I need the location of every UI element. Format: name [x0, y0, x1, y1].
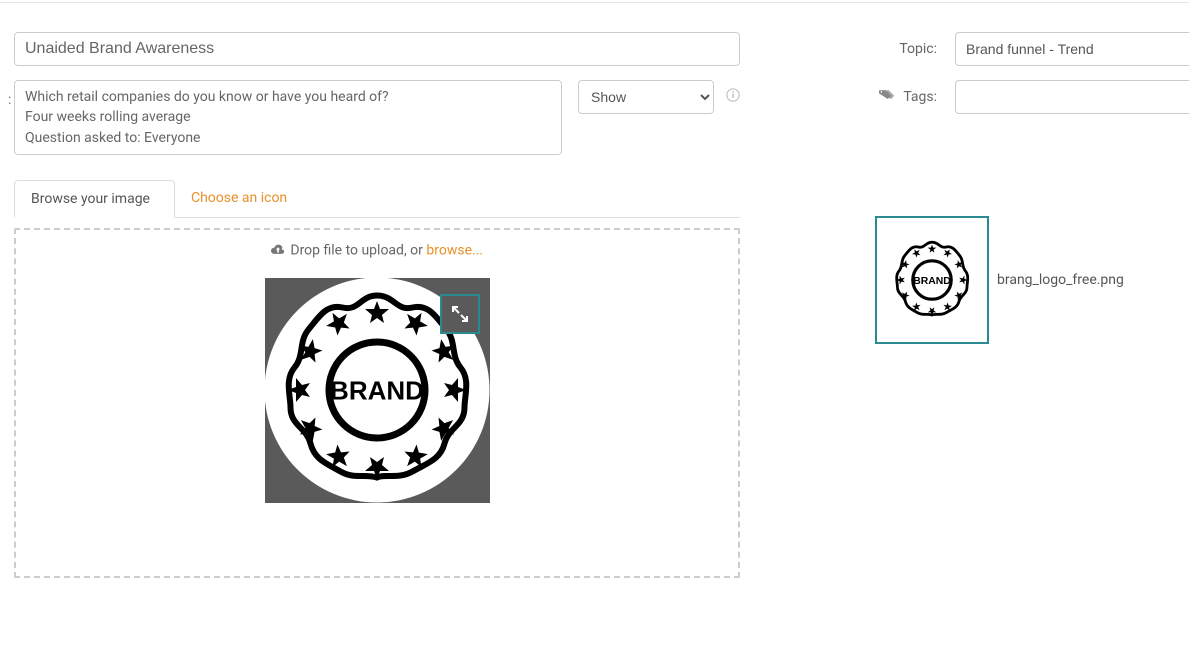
tags-input[interactable] [955, 80, 1189, 114]
expand-image-button[interactable] [440, 294, 480, 334]
topic-row: Topic: [875, 32, 1189, 66]
svg-text:BRAND: BRAND [330, 376, 424, 406]
tab-browse-image[interactable]: Browse your image [14, 180, 175, 218]
brand-logo-thumbnail: BRAND [887, 235, 977, 325]
title-input[interactable] [14, 32, 740, 66]
left-column: : Which retail companies do you know or … [14, 32, 740, 578]
tags-label: Tags: [875, 88, 955, 106]
upload-icon [271, 242, 285, 260]
thumbnail-area: BRAND brang_logo_free.png [875, 216, 1189, 344]
thumbnail-preview[interactable]: BRAND [875, 216, 989, 344]
image-preview: BRAND [265, 278, 490, 503]
topic-input[interactable] [955, 32, 1189, 66]
drop-instruction-text: Drop file to upload, or [290, 243, 426, 259]
tags-label-text: Tags: [903, 89, 937, 105]
tab-choose-icon[interactable]: Choose an icon [175, 180, 311, 218]
description-input[interactable]: Which retail companies do you know or ha… [14, 80, 562, 155]
image-tabs: Browse your image Choose an icon [14, 179, 740, 218]
description-row: Which retail companies do you know or ha… [14, 80, 740, 155]
description-row-label-colon: : [8, 92, 11, 108]
image-dropzone[interactable]: Drop file to upload, or browse... [14, 228, 740, 578]
visibility-select[interactable]: Show [578, 80, 714, 114]
topic-label: Topic: [875, 41, 955, 57]
browse-link[interactable]: browse... [426, 243, 483, 259]
svg-text:BRAND: BRAND [913, 276, 951, 287]
form-container: : Which retail companies do you know or … [0, 0, 1189, 30]
tags-row: Tags: [875, 80, 1189, 114]
title-row [14, 32, 740, 66]
topic-label-text: Topic: [899, 41, 937, 57]
tags-icon [879, 88, 895, 106]
drop-instruction: Drop file to upload, or browse... [28, 242, 726, 260]
info-icon [726, 88, 740, 106]
expand-icon [450, 304, 470, 324]
thumbnail-filename: brang_logo_free.png [997, 272, 1124, 288]
right-column: Topic: Tags: [875, 32, 1189, 344]
